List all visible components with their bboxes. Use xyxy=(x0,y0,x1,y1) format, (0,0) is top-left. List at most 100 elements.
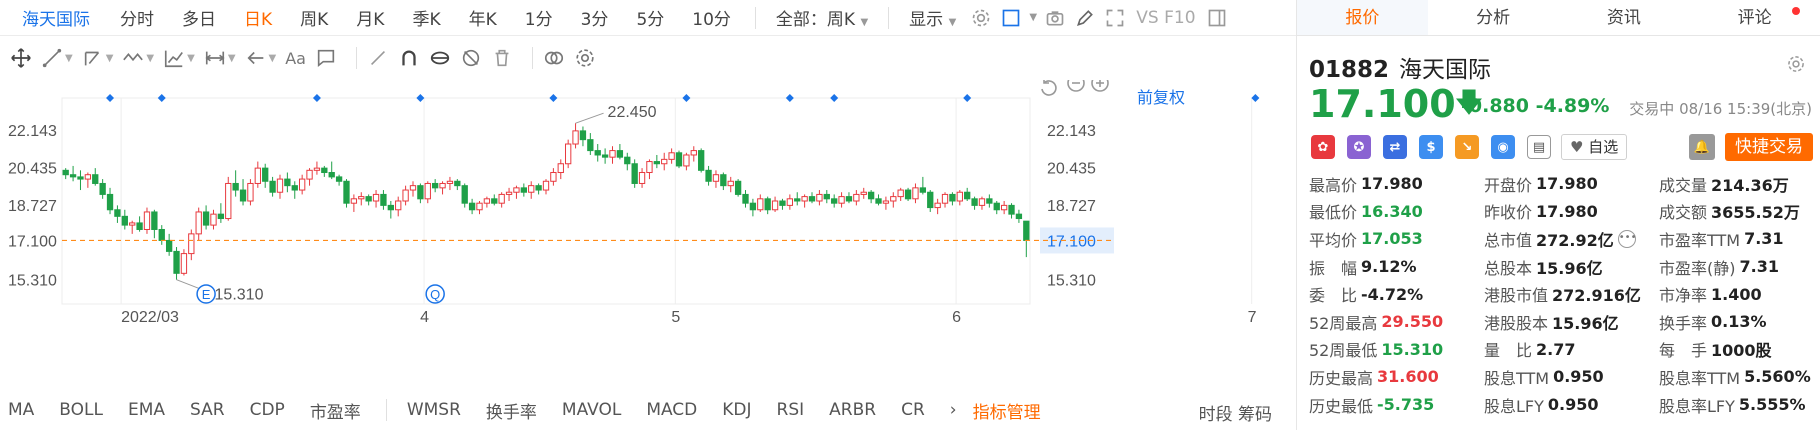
panel-settings-icon[interactable] xyxy=(1786,54,1806,79)
event-marker-diamond[interactable] xyxy=(106,94,115,102)
stock-name-link[interactable]: 海天国际 xyxy=(0,5,106,30)
indicator-ema[interactable]: EMA xyxy=(128,400,165,420)
event-badge-icon[interactable]: Q xyxy=(425,284,445,304)
event-marker-diamond[interactable] xyxy=(416,94,425,102)
event-marker-diamond[interactable] xyxy=(682,94,691,102)
zoom-out-icon[interactable] xyxy=(1067,80,1085,92)
indicator-ma[interactable]: MA xyxy=(8,400,34,420)
indicator-mavol[interactable]: MAVOL xyxy=(562,400,621,420)
stat-cell: 股息率LFY 5.555% xyxy=(1659,391,1817,419)
indicator-boll[interactable]: BOLL xyxy=(59,400,103,420)
event-marker-diamond[interactable] xyxy=(1251,94,1260,102)
indicator-sar[interactable]: SAR xyxy=(190,400,225,420)
period-tab-multiday[interactable]: 多日 xyxy=(168,5,230,30)
indicator-pe[interactable]: 市盈率 xyxy=(310,398,361,423)
chart-style-square-icon[interactable] xyxy=(996,5,1026,31)
period-tab-monthly-k[interactable]: 月K xyxy=(342,5,398,30)
kline-chart[interactable]: 前复权 22.143 22.143 20.435 20.435 18.727 18.727… xyxy=(0,80,1296,390)
panel-toggle-icon[interactable] xyxy=(1202,5,1232,31)
chevron-right-icon[interactable]: › xyxy=(950,400,957,420)
candle-body xyxy=(919,187,927,193)
eraser-line-icon[interactable] xyxy=(367,42,389,74)
trash-icon[interactable] xyxy=(491,42,513,74)
period-tab-1min[interactable]: 1分 xyxy=(511,5,567,30)
candle xyxy=(1023,220,1030,258)
indicator-turnover[interactable]: 换手率 xyxy=(486,398,537,423)
period-tab-weekly-k[interactable]: 周K xyxy=(286,5,342,30)
tab-analysis[interactable]: 分析 xyxy=(1428,0,1559,35)
comment-icon[interactable] xyxy=(315,42,337,74)
toolbar-settings-icon[interactable] xyxy=(574,42,596,74)
chevron-down-icon[interactable]: ▼ xyxy=(1026,5,1040,31)
lightning-icon[interactable]: ✪ xyxy=(1347,135,1371,159)
period-tab-intraday[interactable]: 分时 xyxy=(106,5,168,30)
event-marker-diamond[interactable] xyxy=(157,94,166,102)
shuffle-icon[interactable]: ⇄ xyxy=(1383,135,1407,159)
event-marker-diamond[interactable] xyxy=(830,94,839,102)
candle-body xyxy=(831,198,838,204)
quick-trade-button[interactable]: 快捷交易 xyxy=(1725,133,1813,161)
more-icon[interactable]: ••• xyxy=(1617,229,1636,248)
fullscreen-icon[interactable] xyxy=(1100,5,1130,31)
wave-tool-icon[interactable]: ▼ xyxy=(122,42,154,74)
display-select[interactable]: 显示 ▼ xyxy=(899,5,966,30)
dollar-icon[interactable]: $ xyxy=(1419,135,1443,159)
period-tab-10min[interactable]: 10分 xyxy=(678,5,745,30)
event-marker-diamond[interactable] xyxy=(785,94,794,102)
arrow-tool-icon[interactable]: ▼ xyxy=(245,42,276,74)
bell-icon[interactable]: 🔔 xyxy=(1689,134,1715,160)
stat-value: 15.310 xyxy=(1381,339,1444,359)
settings-gear-icon[interactable] xyxy=(966,5,996,31)
add-watchlist-button[interactable]: ♥ 自选 xyxy=(1561,134,1628,160)
camera-icon[interactable] xyxy=(1040,5,1070,31)
vs-f10-button[interactable]: VS F10 xyxy=(1130,8,1201,28)
reset-icon[interactable] xyxy=(1041,80,1057,96)
tag-icon[interactable]: ◉ xyxy=(1491,135,1515,159)
candle xyxy=(742,190,749,208)
candle-body xyxy=(432,182,439,189)
period-chips-button[interactable]: 时段 筹码 xyxy=(1199,400,1272,425)
indicator-cdp[interactable]: CDP xyxy=(250,400,285,420)
indicator-macd[interactable]: MACD xyxy=(646,400,697,420)
zoom-in-icon[interactable] xyxy=(1091,80,1109,92)
event-marker-diamond[interactable] xyxy=(549,94,558,102)
compare-icon[interactable] xyxy=(543,42,565,74)
hk-flag-icon[interactable]: ✿ xyxy=(1311,135,1335,159)
indicator-manager-button[interactable]: 指标管理 xyxy=(973,398,1041,423)
stat-cell: 市净率 1.400 xyxy=(1659,280,1817,308)
period-tab-daily-k[interactable]: 日K xyxy=(230,5,286,30)
stat-label: 最高价 xyxy=(1309,175,1358,195)
period-tab-3min[interactable]: 3分 xyxy=(567,5,623,30)
hide-drawing-icon[interactable] xyxy=(460,42,482,74)
lock-drawing-icon[interactable] xyxy=(429,42,451,74)
event-badge-icon[interactable]: E xyxy=(196,284,216,304)
tab-comments[interactable]: 评论 xyxy=(1689,0,1820,35)
indicator-rsi[interactable]: RSI xyxy=(777,400,805,420)
indicator-arbr[interactable]: ARBR xyxy=(829,400,876,420)
event-marker-diamond[interactable] xyxy=(312,94,321,102)
channel-tool-icon[interactable]: ▼ xyxy=(82,42,113,74)
measure-tool-icon[interactable]: ▼ xyxy=(204,42,236,74)
magnet-icon[interactable] xyxy=(398,42,420,74)
candle xyxy=(188,229,195,261)
candle-body xyxy=(239,189,247,202)
indicator-cr[interactable]: CR xyxy=(901,400,925,420)
tab-news[interactable]: 资讯 xyxy=(1559,0,1690,35)
move-crosshair-icon[interactable] xyxy=(10,42,32,74)
document-icon[interactable]: ▤ xyxy=(1527,135,1551,159)
tab-quote[interactable]: 报价 xyxy=(1297,0,1428,35)
candle-body xyxy=(624,156,631,165)
pencil-icon[interactable] xyxy=(1070,5,1100,31)
trend-icon[interactable]: ↘ xyxy=(1455,135,1479,159)
period-tab-quarterly-k[interactable]: 季K xyxy=(398,5,454,30)
stat-value: 3655.52万 xyxy=(1711,203,1800,223)
line-tool-icon[interactable]: ▼ xyxy=(41,42,73,74)
indicator-wmsr[interactable]: WMSR xyxy=(407,400,461,420)
event-marker-diamond[interactable] xyxy=(963,94,972,102)
period-tab-yearly-k[interactable]: 年K xyxy=(455,5,511,30)
period-tab-5min[interactable]: 5分 xyxy=(622,5,678,30)
indicator-kdj[interactable]: KDJ xyxy=(722,400,751,420)
text-tool-icon[interactable]: Aa xyxy=(285,42,306,74)
fibonacci-tool-icon[interactable]: ▼ xyxy=(163,42,195,74)
range-select[interactable]: 全部：周K ▼ xyxy=(766,5,878,30)
